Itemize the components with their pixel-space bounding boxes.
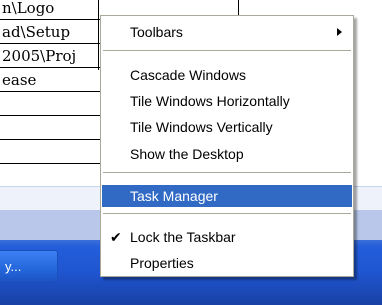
document-row bbox=[0, 116, 108, 140]
menu-item-label: Task Manager bbox=[130, 188, 218, 204]
document-row: ease bbox=[0, 68, 108, 92]
menu-item-show-desktop[interactable]: Show the Desktop bbox=[102, 143, 352, 165]
menu-item-label: Show the Desktop bbox=[130, 146, 244, 162]
menu-item-task-manager[interactable]: Task Manager bbox=[102, 185, 352, 207]
taskbar-window-button[interactable]: y... bbox=[0, 250, 58, 282]
document-row: ad\Setup bbox=[0, 20, 108, 44]
menu-item-label: Tile Windows Horizontally bbox=[130, 93, 290, 109]
menu-item-label: Tile Windows Vertically bbox=[130, 119, 273, 135]
menu-item-cascade-windows[interactable]: Cascade Windows bbox=[102, 64, 352, 86]
document-row: n\Logo bbox=[0, 0, 108, 20]
menu-item-label: Toolbars bbox=[130, 24, 183, 40]
menu-item-tile-vertically[interactable]: Tile Windows Vertically bbox=[102, 116, 352, 138]
menu-item-lock-taskbar[interactable]: ✔ Lock the Taskbar bbox=[102, 226, 352, 248]
document-row bbox=[0, 92, 108, 116]
menu-item-label: Lock the Taskbar bbox=[130, 229, 236, 245]
menu-separator bbox=[103, 50, 351, 51]
submenu-arrow-icon bbox=[337, 28, 342, 36]
menu-separator bbox=[103, 213, 351, 214]
document-text-column: n\Logo ad\Setup 2005\Proj ease bbox=[0, 0, 108, 210]
document-row bbox=[0, 140, 108, 164]
menu-item-label: Cascade Windows bbox=[130, 67, 246, 83]
taskbar-context-menu: Toolbars Cascade Windows Tile Windows Ho… bbox=[100, 15, 354, 277]
menu-item-tile-horizontally[interactable]: Tile Windows Horizontally bbox=[102, 90, 352, 112]
menu-item-properties[interactable]: Properties bbox=[102, 252, 352, 274]
menu-separator bbox=[103, 172, 351, 173]
menu-item-toolbars[interactable]: Toolbars bbox=[102, 21, 352, 43]
checkmark-icon: ✔ bbox=[110, 229, 122, 245]
document-row: 2005\Proj bbox=[0, 44, 108, 68]
table-divider bbox=[98, 0, 99, 70]
menu-item-label: Properties bbox=[130, 255, 194, 271]
